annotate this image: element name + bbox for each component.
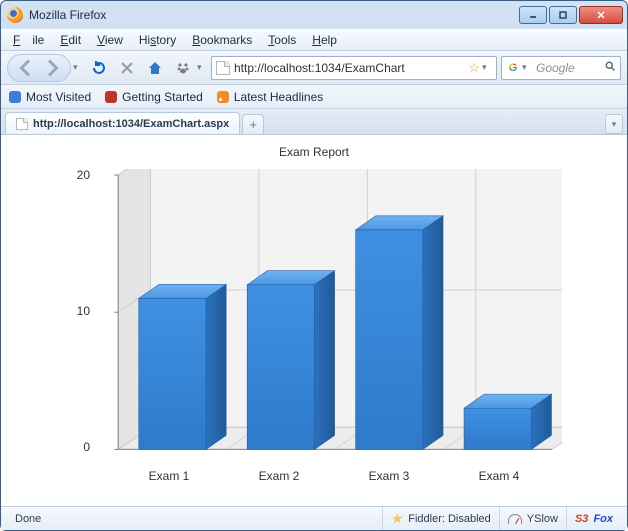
chart-x-labels: Exam 1Exam 2Exam 3Exam 4 (114, 469, 554, 487)
stop-button[interactable] (115, 56, 139, 80)
yslow-icon (508, 514, 522, 524)
chart-bar (423, 216, 443, 450)
tab-active[interactable]: http://localhost:1034/ExamChart.aspx (5, 112, 240, 134)
menu-help[interactable]: Help (306, 31, 343, 49)
back-forward-pill (7, 54, 71, 82)
chart-x-tick: Exam 4 (444, 469, 554, 487)
most-visited-icon (9, 91, 21, 103)
chart-svg (98, 169, 562, 468)
chart-bar (356, 230, 423, 449)
bookmark-label: Latest Headlines (234, 90, 323, 104)
bookmark-latest-headlines[interactable]: Latest Headlines (217, 90, 323, 104)
forward-button[interactable] (40, 56, 64, 80)
url-text: http://localhost:1034/ExamChart (234, 61, 464, 75)
chart-bar (314, 271, 334, 450)
window-title: Mozilla Firefox (29, 8, 519, 22)
tabstrip: http://localhost:1034/ExamChart.aspx + ▾ (1, 109, 627, 135)
menu-file[interactable]: File (7, 31, 50, 49)
chart-bar (247, 285, 314, 450)
tab-label: http://localhost:1034/ExamChart.aspx (33, 118, 229, 130)
maximize-button[interactable] (549, 6, 577, 24)
bookmarks-bar: Most Visited Getting Started Latest Head… (1, 85, 627, 109)
reload-button[interactable] (87, 56, 111, 80)
paw-icon[interactable] (171, 56, 195, 80)
url-bar[interactable]: http://localhost:1034/ExamChart ☆ ▾ (211, 56, 497, 80)
bookmark-star-icon[interactable]: ☆ (468, 60, 480, 76)
status-s3fox[interactable]: S3Fox (566, 507, 621, 530)
history-dropdown-icon[interactable]: ▾ (73, 62, 83, 73)
chart-y-tick: 0 (54, 440, 90, 454)
chart-x-tick: Exam 2 (224, 469, 334, 487)
menu-bookmarks[interactable]: Bookmarks (186, 31, 258, 49)
tabs-dropdown-icon[interactable]: ▾ (605, 114, 623, 134)
nav-toolbar: ▾ ▾ http://localhost:1034/ExamChart ☆ ▾ … (1, 51, 627, 85)
chart-bar (464, 408, 531, 449)
paw-dropdown-icon[interactable]: ▾ (197, 62, 207, 73)
chart-plot: Exam 1Exam 2Exam 3Exam 4 0 10 20 (54, 165, 574, 485)
minimize-button[interactable] (519, 6, 547, 24)
page-icon (16, 118, 28, 130)
status-fiddler[interactable]: Fiddler: Disabled (382, 507, 499, 530)
back-button[interactable] (14, 56, 38, 80)
search-engine-dropdown-icon[interactable]: ▾ (522, 62, 532, 73)
feed-icon (217, 91, 229, 103)
chart-title: Exam Report (54, 145, 574, 159)
chart: Exam Report (54, 145, 574, 485)
url-dropdown-icon[interactable]: ▾ (482, 62, 492, 73)
bookmark-label: Getting Started (122, 90, 203, 104)
chart-bar (206, 284, 226, 449)
chart-bar (139, 299, 206, 450)
getting-started-icon (105, 91, 117, 103)
bookmark-most-visited[interactable]: Most Visited (9, 90, 91, 104)
new-tab-button[interactable]: + (242, 114, 264, 134)
menu-history[interactable]: History (133, 31, 182, 49)
menu-edit[interactable]: Edit (54, 31, 87, 49)
chart-y-tick: 10 (54, 304, 90, 318)
browser-window: Mozilla Firefox File Edit View History B… (0, 0, 628, 531)
close-button[interactable] (579, 6, 623, 24)
status-yslow[interactable]: YSlow (499, 507, 566, 530)
menubar: File Edit View History Bookmarks Tools H… (1, 29, 627, 51)
google-icon: G (506, 61, 520, 75)
statusbar: Done Fiddler: Disabled YSlow S3Fox (1, 506, 627, 530)
page-icon (216, 61, 230, 75)
titlebar: Mozilla Firefox (1, 1, 627, 29)
chart-x-tick: Exam 3 (334, 469, 444, 487)
firefox-icon (7, 7, 23, 23)
menu-view[interactable]: View (91, 31, 129, 49)
page-content: Exam Report (1, 135, 627, 506)
status-text: Done (7, 507, 382, 530)
bookmark-label: Most Visited (26, 90, 91, 104)
search-icon[interactable] (604, 60, 616, 75)
home-button[interactable] (143, 56, 167, 80)
chart-y-tick: 20 (54, 168, 90, 182)
search-bar[interactable]: G▾ Google (501, 56, 621, 80)
chart-x-tick: Exam 1 (114, 469, 224, 487)
bookmark-getting-started[interactable]: Getting Started (105, 90, 203, 104)
menu-tools[interactable]: Tools (262, 31, 302, 49)
search-placeholder: Google (536, 61, 600, 75)
fiddler-icon (391, 513, 403, 525)
